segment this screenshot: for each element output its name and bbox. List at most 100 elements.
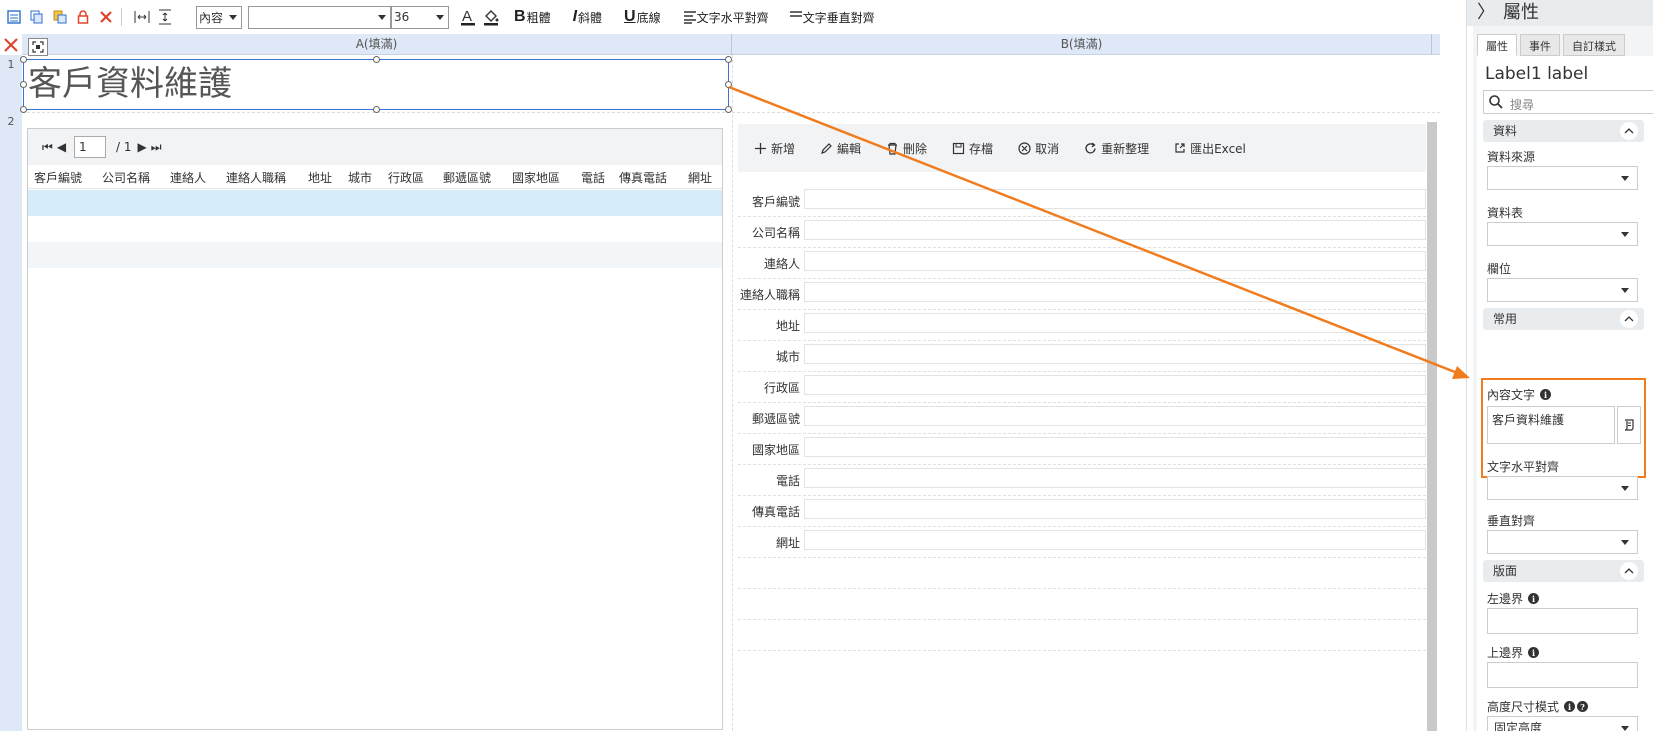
form-input[interactable] [804,251,1426,271]
form-input[interactable] [804,375,1426,395]
table-row[interactable] [28,216,722,242]
table-row[interactable] [28,190,722,216]
top-margin-input[interactable] [1487,662,1638,688]
data-source-select[interactable] [1487,166,1638,190]
table-row[interactable] [28,242,722,268]
scrollbar[interactable] [1427,122,1437,731]
export-excel-button[interactable]: 匯出Excel [1174,140,1246,157]
chevron-right-icon[interactable]: 〉 [1477,2,1495,23]
chevron-up-icon[interactable] [1620,310,1638,328]
h-align-button[interactable]: 文字水平對齊 [683,9,769,26]
form-input[interactable] [804,282,1426,302]
resize-handle[interactable] [725,56,732,63]
chevron-up-icon[interactable] [1620,122,1638,140]
left-margin-input[interactable] [1487,608,1638,634]
horizontal-spacing-icon[interactable] [133,8,151,26]
row-1-header[interactable]: 1 [0,58,22,71]
content-select[interactable]: 內容 [196,5,242,29]
grid-column-header[interactable]: 國家地區 [512,169,560,186]
resize-handle[interactable] [725,106,732,113]
grid-column-header[interactable]: 網址 [688,169,712,186]
page-input[interactable]: 1 [74,136,107,158]
section-common[interactable]: 常用 [1483,308,1644,330]
grid-column-header[interactable]: 郵遞區號 [443,169,491,186]
bold-button[interactable]: B 粗體 [514,8,551,26]
grid-column-header[interactable]: 客戶編號 [34,169,82,186]
info-icon[interactable]: i [1528,647,1540,658]
search-input[interactable]: 搜尋 [1483,90,1653,114]
height-mode-select[interactable]: 固定高度 [1487,716,1638,731]
delete-button[interactable]: 刪除 [886,140,927,157]
form-input[interactable] [804,220,1426,240]
tab-events[interactable]: 事件 [1520,34,1560,56]
italic-button[interactable]: I 斜體 [573,8,602,26]
grid-column-header[interactable]: 公司名稱 [102,169,150,186]
save-button[interactable]: 存檔 [952,140,993,157]
resize-handle[interactable] [373,106,380,113]
form-input[interactable] [804,499,1426,519]
v-align-select[interactable] [1487,530,1638,554]
resize-handle[interactable] [373,56,380,63]
delete-icon[interactable] [97,8,115,26]
info-icon[interactable]: i [1564,701,1576,712]
form-input[interactable] [804,530,1426,550]
fill-color-icon[interactable] [482,8,500,26]
row-2-header[interactable]: 2 [0,115,22,128]
title-label[interactable]: 客戶資料維護 [23,59,729,110]
expand-button[interactable] [28,38,48,56]
font-color-icon[interactable]: A [459,8,477,26]
list-icon[interactable] [5,8,23,26]
close-icon[interactable] [2,36,20,54]
underline-button[interactable]: U 底線 [624,8,661,26]
section-data[interactable]: 資料 [1483,120,1644,142]
section-layout[interactable]: 版面 [1483,560,1644,582]
info-icon[interactable]: i [1540,389,1552,400]
first-page-icon[interactable]: ⏮ [42,140,53,155]
grid-column-header[interactable]: 行政區 [388,169,424,186]
v-align-button[interactable]: 文字垂直對齊 [789,9,875,26]
font-size-select[interactable]: 36 [391,5,449,29]
info-icon[interactable]: i [1528,593,1540,604]
resize-handle[interactable] [20,56,27,63]
next-page-icon[interactable]: ▶ [138,140,147,154]
content-text-input[interactable]: 客戶資料維護 [1487,406,1615,444]
grid-column-header[interactable]: 連絡人職稱 [226,169,286,186]
grid-column-header[interactable]: 地址 [308,169,332,186]
tab-properties[interactable]: 屬性 [1477,34,1517,56]
resize-handle[interactable] [725,81,732,88]
grid-column-header[interactable]: 電話 [581,169,605,186]
refresh-button[interactable]: 重新整理 [1084,140,1149,157]
form-input[interactable] [804,344,1426,364]
prev-page-icon[interactable]: ◀ [57,140,66,154]
panel-tabs: 屬性 事件 自訂樣式 [1477,34,1628,56]
last-page-icon[interactable]: ⏭ [151,140,162,155]
chevron-up-icon[interactable] [1620,562,1638,580]
grid-column-header[interactable]: 傳真電話 [619,169,667,186]
form-input[interactable] [804,468,1426,488]
copy-icon[interactable] [28,8,46,26]
form-input[interactable] [804,189,1426,209]
form-input[interactable] [804,437,1426,457]
panel-header[interactable]: 〉屬性 [1467,0,1653,26]
column-a-header[interactable]: A(填滿) [22,34,732,55]
form-input[interactable] [804,406,1426,426]
paste-icon[interactable] [51,8,69,26]
font-family-select[interactable] [248,5,391,29]
data-table-select[interactable] [1487,222,1638,246]
tab-custom-style[interactable]: 自訂樣式 [1563,34,1625,56]
cancel-button[interactable]: 取消 [1018,140,1059,157]
resize-handle[interactable] [20,81,27,88]
grid-column-header[interactable]: 城市 [348,169,372,186]
vertical-spacing-icon[interactable] [156,8,174,26]
grid-column-header[interactable]: 連絡人 [170,169,206,186]
h-align-select[interactable] [1487,476,1638,500]
column-b-header[interactable]: B(填滿) [732,34,1432,55]
script-editor-button[interactable] [1617,406,1641,444]
resize-handle[interactable] [20,106,27,113]
field-select[interactable] [1487,278,1638,302]
add-button[interactable]: 新增 [754,140,795,157]
help-icon[interactable]: ? [1577,701,1589,712]
lock-icon[interactable] [74,8,92,26]
edit-button[interactable]: 編輯 [820,140,861,157]
form-input[interactable] [804,313,1426,333]
